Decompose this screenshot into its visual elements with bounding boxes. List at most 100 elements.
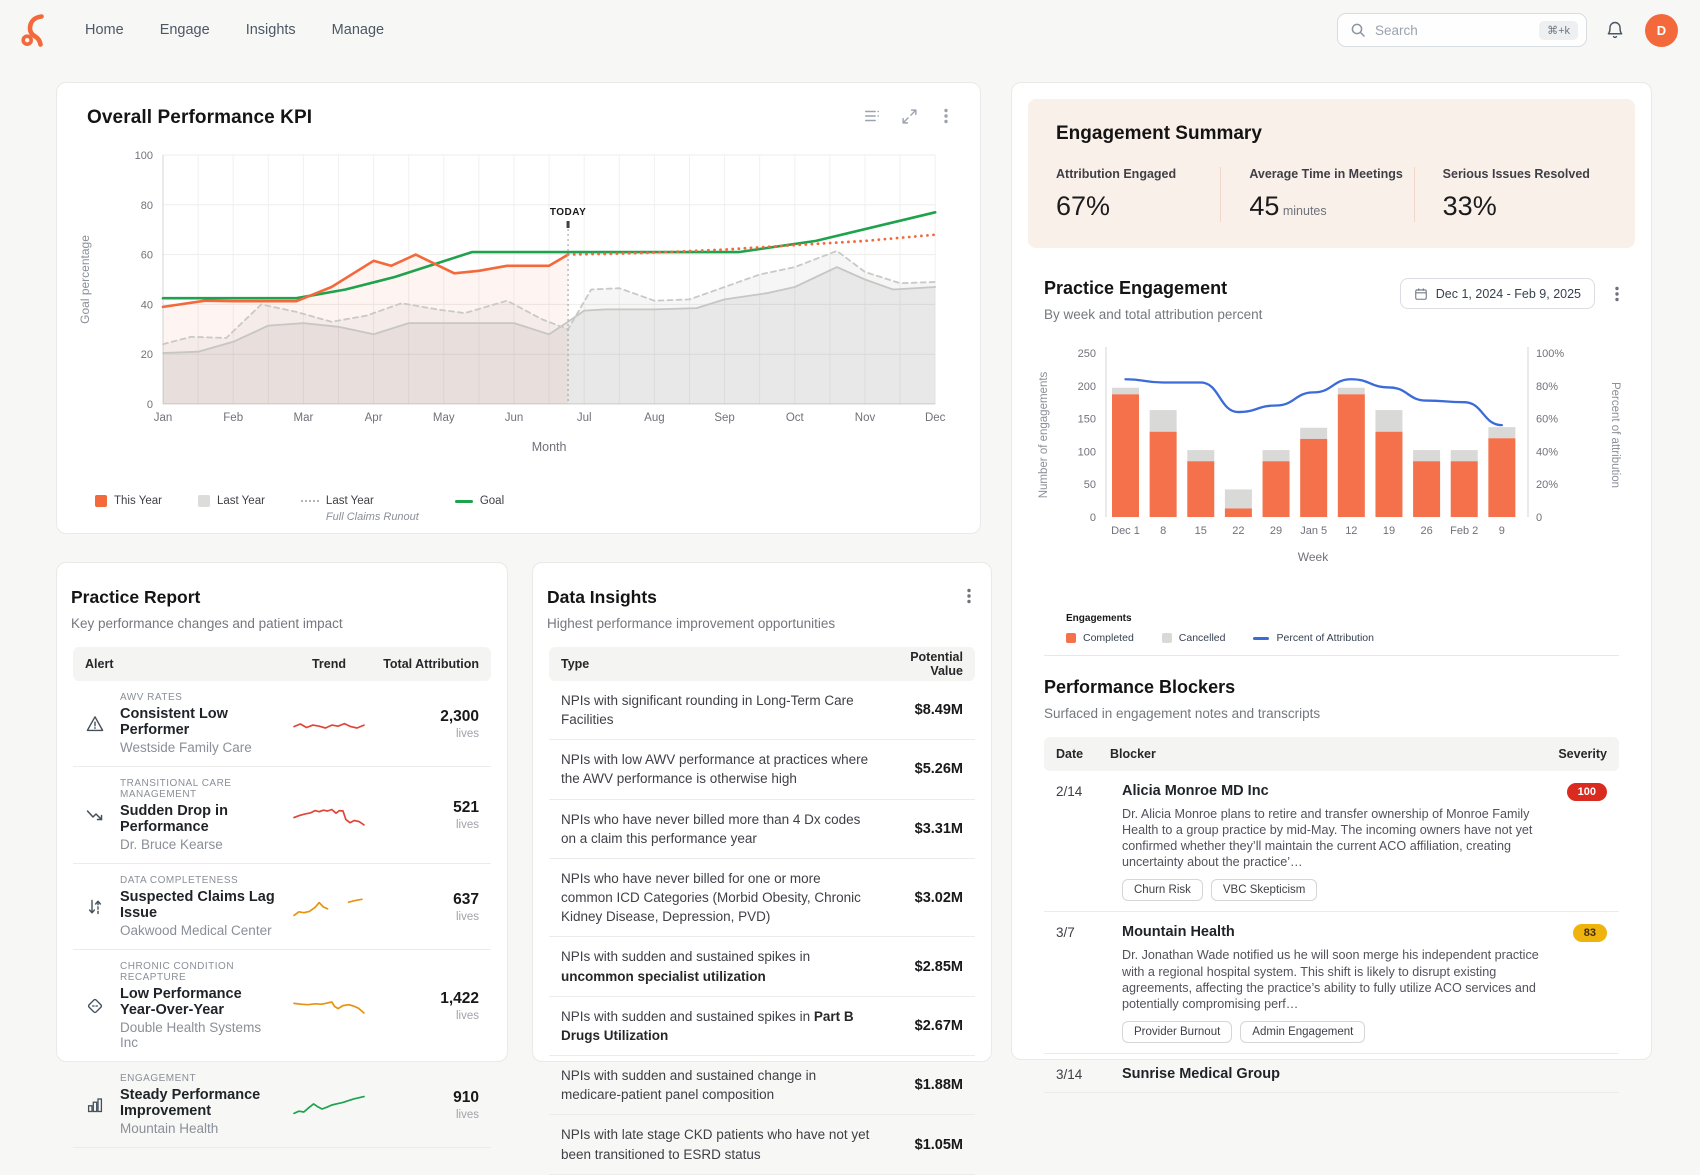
table-row[interactable]: NPIs with sudden and sustained spikes in…: [549, 997, 975, 1056]
attribution-unit: lives: [379, 911, 479, 923]
severity-badge: 83: [1573, 924, 1607, 942]
attribution-unit: lives: [379, 1109, 479, 1121]
table-row[interactable]: 3/7Mountain Health83Dr. Jonathan Wade no…: [1044, 912, 1619, 1053]
insight-value: $3.31M: [879, 821, 975, 837]
legend-swatch: [1162, 633, 1172, 643]
table-row[interactable]: NPIs with low AWV performance at practic…: [549, 740, 975, 799]
table-row[interactable]: AWV RATESConsistent Low PerformerWestsid…: [73, 681, 491, 767]
col-potential-value: Potential Value: [879, 650, 975, 678]
table-row[interactable]: NPIs with late stage CKD patients who ha…: [549, 1115, 975, 1174]
table-row[interactable]: CHRONIC CONDITION RECAPTURELow Performan…: [73, 950, 491, 1062]
user-avatar[interactable]: D: [1645, 14, 1678, 47]
expand-icon[interactable]: [901, 108, 918, 125]
svg-text:26: 26: [1420, 525, 1432, 537]
blocker-name: Sunrise Medical Group: [1122, 1066, 1280, 1082]
col-trend: Trend: [279, 657, 379, 671]
trend-sparkline: [291, 991, 367, 1021]
legend-title: Engagements: [1066, 613, 1374, 624]
kebab-menu-icon[interactable]: [938, 107, 954, 125]
date-range-picker[interactable]: Dec 1, 2024 - Feb 9, 2025: [1400, 278, 1595, 309]
svg-text:Dec 1: Dec 1: [1111, 525, 1140, 537]
table-row[interactable]: NPIs with significant rounding in Long-T…: [549, 681, 975, 740]
svg-text:100%: 100%: [1536, 348, 1564, 360]
col-blocker: Blocker: [1110, 747, 1537, 761]
legend-item: Cancelled: [1162, 632, 1226, 644]
svg-text:0: 0: [1090, 512, 1096, 524]
tag-chip[interactable]: VBC Skepticism: [1211, 879, 1317, 901]
search-input[interactable]: Search ⌘+k: [1337, 13, 1587, 47]
table-row[interactable]: NPIs with sudden and sustained spikes in…: [549, 937, 975, 996]
blocker-description: Dr. Alicia Monroe plans to retire and tr…: [1122, 806, 1554, 870]
insight-value: $3.02M: [879, 890, 975, 906]
table-row[interactable]: TRANSITIONAL CARE MANAGEMENTSudden Drop …: [73, 767, 491, 864]
trend-sparkline: [291, 800, 367, 830]
svg-text:Jun: Jun: [505, 412, 524, 424]
alert-org: Westside Family Care: [120, 740, 279, 755]
blocker-content: Mountain Health83Dr. Jonathan Wade notif…: [1122, 924, 1607, 1042]
svg-text:80: 80: [141, 200, 153, 212]
nav-item-home[interactable]: Home: [85, 22, 124, 38]
legend-swatch: [1253, 637, 1269, 640]
practice-engagement-subtitle: By week and total attribution percent: [1044, 307, 1262, 322]
svg-text:Month: Month: [532, 440, 567, 454]
nav-item-engage[interactable]: Engage: [160, 22, 210, 38]
svg-text:80%: 80%: [1536, 381, 1558, 393]
engagement-panel-card: Engagement Summary Attribution Engaged67…: [1011, 82, 1652, 1060]
calendar-icon: [1414, 287, 1428, 301]
alert-org: Oakwood Medical Center: [120, 923, 279, 938]
table-row[interactable]: DATA COMPLETENESSSuspected Claims Lag Is…: [73, 864, 491, 950]
attribution-value: 1,422: [379, 990, 479, 1008]
table-row[interactable]: NPIs who have never billed for one or mo…: [549, 859, 975, 937]
col-alert: Alert: [73, 657, 279, 671]
svg-text:Goal percentage: Goal percentage: [78, 235, 92, 324]
tag-chip[interactable]: Admin Engagement: [1240, 1021, 1365, 1043]
nav-item-insights[interactable]: Insights: [246, 22, 296, 38]
svg-text:60%: 60%: [1536, 414, 1558, 426]
alert-cell: ENGAGEMENTSteady Performance Improvement…: [73, 1073, 279, 1136]
notifications-bell-icon[interactable]: [1605, 20, 1625, 40]
svg-text:9: 9: [1499, 525, 1505, 537]
insight-type: NPIs with sudden and sustained spikes in…: [549, 997, 879, 1055]
legend-swatch: [198, 495, 210, 507]
stat-suffix: minutes: [1279, 204, 1326, 218]
legend-swatch: [301, 500, 319, 502]
tag-chip[interactable]: Provider Burnout: [1122, 1021, 1232, 1043]
svg-text:Feb: Feb: [223, 412, 243, 424]
svg-text:Week: Week: [1298, 550, 1329, 564]
kebab-menu-icon[interactable]: [961, 587, 977, 631]
severity-badge: 100: [1567, 783, 1607, 801]
legend-item: Last YearFull Claims Runout: [301, 495, 419, 523]
table-row[interactable]: 3/14Sunrise Medical Group: [1044, 1054, 1619, 1093]
alert-text: TRANSITIONAL CARE MANAGEMENTSudden Drop …: [120, 778, 279, 852]
app-logo[interactable]: [20, 14, 49, 47]
table-row[interactable]: 2/14Alicia Monroe MD Inc100Dr. Alicia Mo…: [1044, 771, 1619, 912]
svg-text:Apr: Apr: [365, 412, 383, 424]
table-row[interactable]: ENGAGEMENTSteady Performance Improvement…: [73, 1062, 491, 1148]
data-insights-title: Data Insights: [547, 587, 835, 608]
alert-name: Suspected Claims Lag Issue: [120, 889, 279, 921]
svg-text:19: 19: [1383, 525, 1395, 537]
kpi-card-title: Overall Performance KPI: [87, 107, 312, 129]
svg-text:Sep: Sep: [714, 412, 734, 424]
svg-text:8: 8: [1160, 525, 1166, 537]
nav-item-manage[interactable]: Manage: [332, 22, 384, 38]
legend-label: This Year: [114, 495, 162, 507]
alert-name: Sudden Drop in Performance: [120, 803, 279, 835]
tag-chip[interactable]: Churn Risk: [1122, 879, 1203, 901]
svg-text:May: May: [433, 412, 455, 424]
trend-sparkline: [291, 892, 367, 922]
kebab-menu-icon[interactable]: [1609, 285, 1625, 303]
trend-cell: [279, 991, 379, 1021]
blocker-name: Alicia Monroe MD Inc: [1122, 783, 1269, 799]
svg-text:200: 200: [1078, 381, 1096, 393]
table-row[interactable]: NPIs who have never billed more than 4 D…: [549, 800, 975, 859]
legend-item: Last Year: [198, 495, 265, 507]
summary-stat: Serious Issues Resolved33%: [1414, 167, 1607, 222]
practice-report-subtitle: Key performance changes and patient impa…: [71, 616, 493, 631]
practice-report-rows: AWV RATESConsistent Low PerformerWestsid…: [73, 681, 491, 1148]
table-row[interactable]: NPIs with sudden and sustained change in…: [549, 1056, 975, 1115]
legend-sub-label: Full Claims Runout: [326, 511, 419, 523]
data-insights-subtitle: Highest performance improvement opportun…: [547, 616, 835, 631]
practice-report-header: Alert Trend Total Attribution: [73, 647, 491, 681]
list-view-icon[interactable]: [863, 107, 881, 125]
